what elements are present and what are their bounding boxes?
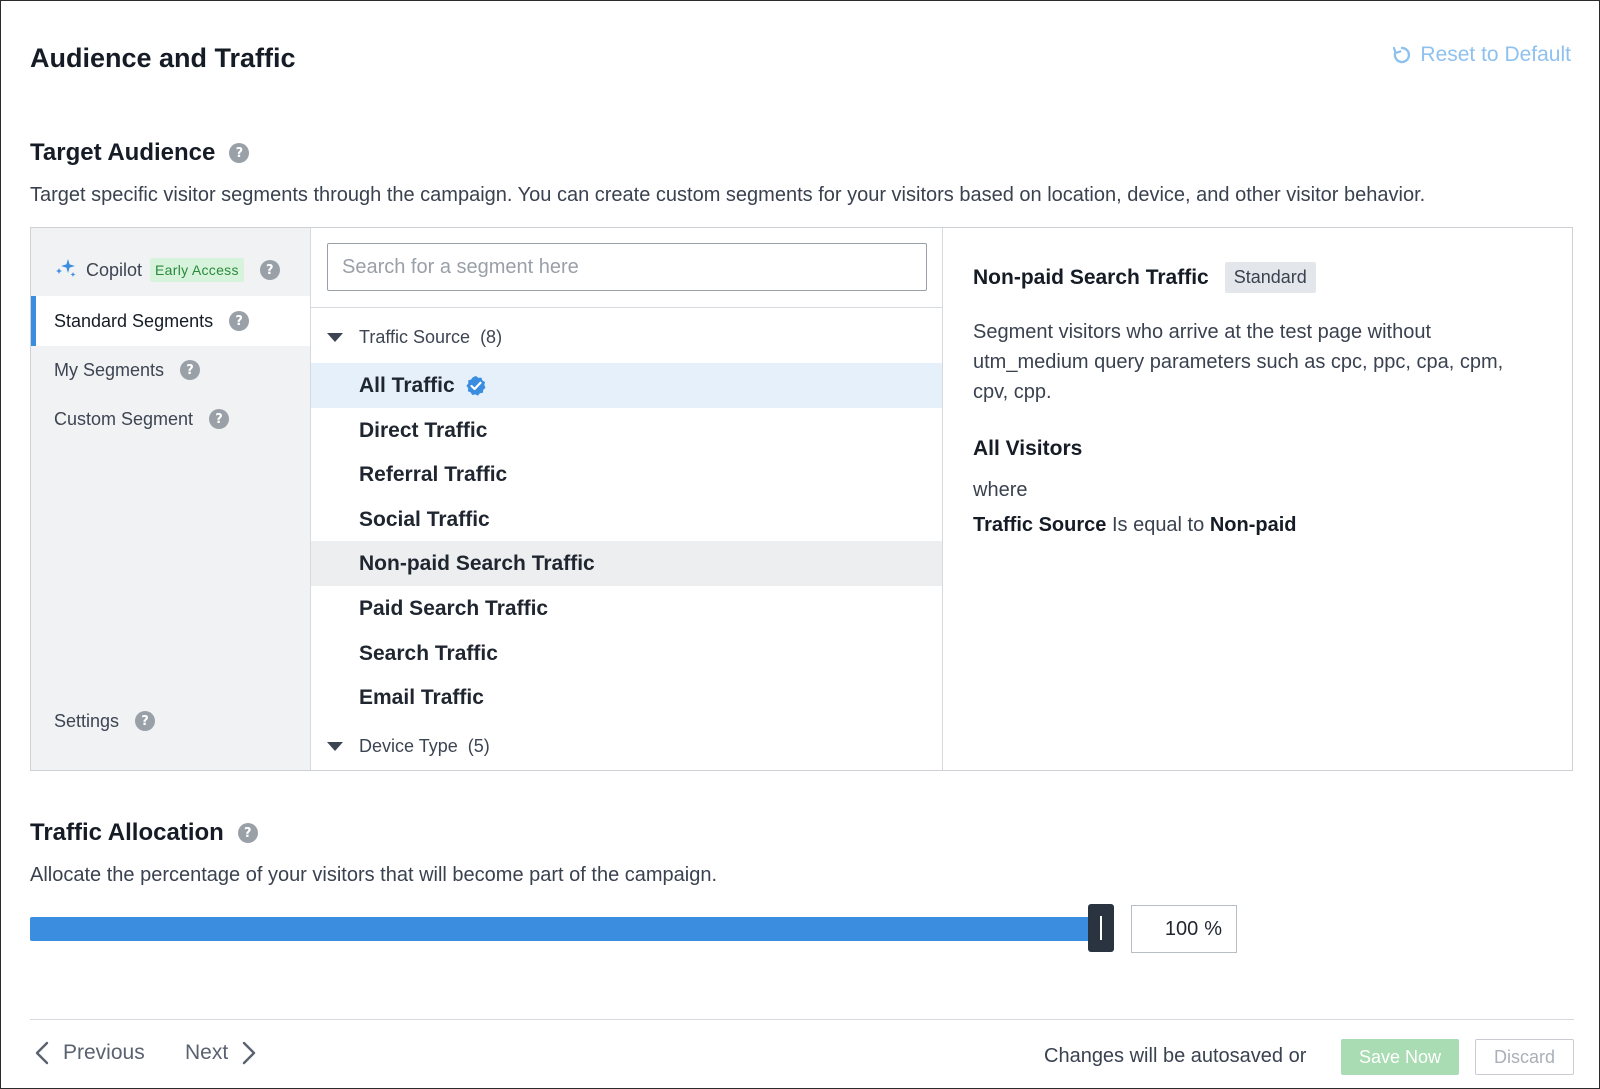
segment-label: Direct Traffic bbox=[359, 418, 488, 442]
detail-subtitle: All Visitors bbox=[973, 437, 1083, 460]
sidebar-item-settings[interactable]: Settings ? bbox=[31, 696, 310, 746]
copilot-label: Copilot bbox=[86, 259, 143, 280]
segment-label: All Traffic bbox=[359, 373, 455, 397]
autosave-text: Changes will be autosaved or bbox=[1044, 1045, 1307, 1067]
segment-sidebar: Copilot Early Access ? Standard Segments… bbox=[31, 228, 311, 770]
group-name: Traffic Source (8) bbox=[359, 327, 503, 347]
traffic-allocation-description: Allocate the percentage of your visitors… bbox=[30, 864, 718, 886]
chevron-left-icon bbox=[35, 1041, 49, 1065]
segment-item-paid-search-traffic[interactable]: Paid Search Traffic bbox=[311, 586, 942, 631]
traffic-allocation-heading: Traffic Allocation ? bbox=[30, 819, 258, 847]
next-button[interactable]: Next bbox=[185, 1041, 256, 1065]
target-audience-title: Target Audience bbox=[30, 139, 216, 166]
grip-icon bbox=[1100, 916, 1102, 940]
help-icon[interactable]: ? bbox=[237, 823, 258, 843]
segment-detail: Non-paid Search Traffic Standard Segment… bbox=[943, 228, 1572, 770]
standard-badge: Standard bbox=[1224, 262, 1316, 293]
segment-item-non-paid-search-traffic[interactable]: Non-paid Search Traffic bbox=[311, 541, 942, 586]
sparkle-icon bbox=[54, 257, 78, 284]
help-icon[interactable]: ? bbox=[259, 260, 280, 280]
save-now-button[interactable]: Save Now bbox=[1341, 1039, 1459, 1075]
segment-label: Social Traffic bbox=[359, 507, 490, 531]
page-title: Audience and Traffic bbox=[30, 43, 296, 73]
detail-where: where bbox=[973, 479, 1028, 501]
segment-item-email-traffic[interactable]: Email Traffic bbox=[311, 675, 942, 720]
segment-search-input[interactable] bbox=[327, 243, 927, 291]
traffic-slider-handle[interactable] bbox=[1088, 904, 1114, 952]
group-name: Device Type (5) bbox=[359, 736, 490, 756]
rule-field: Traffic Source bbox=[973, 514, 1107, 536]
segment-list: Traffic Source (8) All Traffic Direct Tr… bbox=[311, 228, 943, 770]
sidebar-item-label: Standard Segments bbox=[54, 310, 214, 331]
sidebar-item-copilot[interactable]: Copilot Early Access ? bbox=[31, 245, 310, 295]
copilot-label-group: Copilot Early Access bbox=[54, 257, 244, 284]
caret-down-icon bbox=[327, 333, 343, 342]
detail-rule: Traffic Source Is equal to Non-paid bbox=[973, 514, 1542, 537]
early-access-badge: Early Access bbox=[150, 258, 244, 282]
sidebar-item-my-segments[interactable]: My Segments ? bbox=[31, 345, 310, 395]
segment-item-referral-traffic[interactable]: Referral Traffic bbox=[311, 452, 942, 497]
footer-divider bbox=[30, 1019, 1574, 1020]
target-audience-heading: Target Audience ? bbox=[30, 139, 250, 167]
sidebar-item-custom-segment[interactable]: Custom Segment ? bbox=[31, 394, 310, 444]
segment-item-direct-traffic[interactable]: Direct Traffic bbox=[311, 408, 942, 453]
reset-label: Reset to Default bbox=[1420, 43, 1571, 66]
group-header-device-type[interactable]: Device Type (5) bbox=[327, 736, 490, 757]
rule-operator: Is equal to bbox=[1111, 514, 1205, 536]
audience-traffic-panel: Audience and Traffic Reset to Default Ta… bbox=[0, 0, 1600, 1089]
check-circle-icon bbox=[465, 375, 487, 397]
help-icon[interactable]: ? bbox=[209, 409, 230, 429]
rule-value: Non-paid bbox=[1209, 514, 1297, 536]
help-icon[interactable]: ? bbox=[180, 360, 201, 380]
sidebar-item-label: Settings bbox=[54, 710, 120, 731]
traffic-percentage-input[interactable]: 100 % bbox=[1131, 905, 1237, 953]
previous-label: Previous bbox=[63, 1041, 145, 1064]
percentage-unit: % bbox=[1204, 917, 1222, 940]
sidebar-item-label: My Segments bbox=[54, 359, 165, 380]
segment-item-social-traffic[interactable]: Social Traffic bbox=[311, 497, 942, 542]
chevron-right-icon bbox=[242, 1041, 256, 1065]
refresh-icon bbox=[1392, 45, 1412, 65]
traffic-slider-track[interactable] bbox=[30, 917, 1114, 941]
previous-button[interactable]: Previous bbox=[35, 1041, 145, 1065]
sidebar-item-standard-segments[interactable]: Standard Segments ? bbox=[31, 296, 310, 346]
help-icon[interactable]: ? bbox=[229, 311, 250, 331]
discard-button[interactable]: Discard bbox=[1475, 1039, 1574, 1075]
detail-description: Segment visitors who arrive at the test … bbox=[973, 321, 1504, 403]
divider bbox=[311, 307, 942, 308]
segment-label: Paid Search Traffic bbox=[359, 596, 549, 620]
target-audience-description: Target specific visitor segments through… bbox=[30, 184, 1426, 206]
reset-to-default-button[interactable]: Reset to Default bbox=[1392, 43, 1571, 67]
next-label: Next bbox=[185, 1041, 229, 1064]
segment-label: Non-paid Search Traffic bbox=[359, 551, 595, 575]
segment-label: Search Traffic bbox=[359, 641, 498, 665]
traffic-allocation-title: Traffic Allocation bbox=[30, 819, 224, 846]
segment-label: Email Traffic bbox=[359, 685, 484, 709]
caret-down-icon bbox=[327, 742, 343, 751]
help-icon[interactable]: ? bbox=[229, 143, 250, 163]
sidebar-item-label: Custom Segment bbox=[54, 408, 194, 429]
segment-label: Referral Traffic bbox=[359, 462, 508, 486]
group-header-traffic-source[interactable]: Traffic Source (8) bbox=[327, 327, 502, 348]
segment-item-all-traffic[interactable]: All Traffic bbox=[311, 363, 942, 408]
percentage-value: 100 bbox=[1164, 917, 1199, 940]
segment-panel: Copilot Early Access ? Standard Segments… bbox=[30, 227, 1573, 771]
detail-header: Non-paid Search Traffic Standard bbox=[973, 262, 1542, 293]
help-icon[interactable]: ? bbox=[135, 711, 156, 731]
detail-title: Non-paid Search Traffic bbox=[973, 265, 1209, 289]
segment-item-search-traffic[interactable]: Search Traffic bbox=[311, 631, 942, 676]
